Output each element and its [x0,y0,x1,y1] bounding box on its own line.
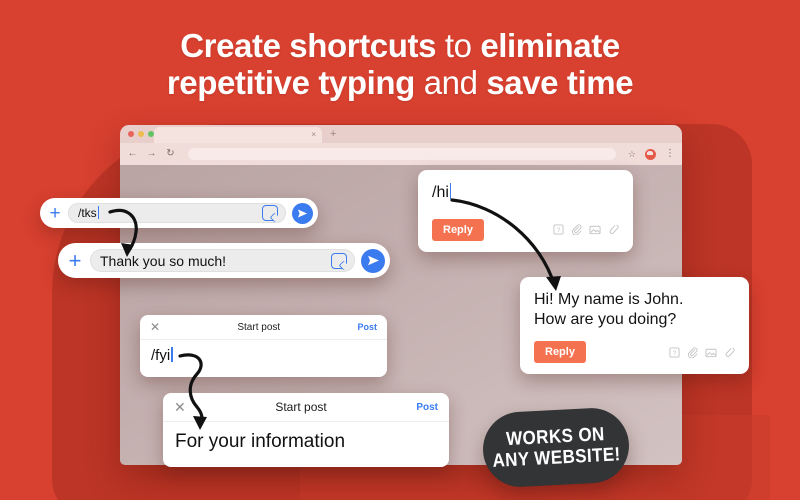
address-bar[interactable] [188,148,616,160]
start-post-dialog-shortcut: ✕ Start post Post /fyi [140,315,387,377]
sticker-icon[interactable] [331,252,347,269]
headline-bold-3: repetitive typing [166,63,415,101]
reply-card-footer: Reply ? [534,341,735,364]
sticker-icon[interactable] [262,205,278,221]
reply-card-expanded: Hi! My name is John. How are you doing? … [520,277,749,375]
post-button[interactable]: Post [357,322,377,332]
add-attachment-icon[interactable]: + [62,249,88,272]
close-window-dot[interactable] [128,131,134,137]
message-input-shortcut[interactable]: + /tks [40,198,318,228]
reply-card-text: /hi [432,183,619,203]
reply-card-icons: ? [669,347,735,358]
browser-nav-bar: ← → ↻ ☆ ⋮ [120,143,682,165]
start-post-text: /fyi [151,347,173,364]
image-icon[interactable] [705,347,717,358]
message-text-field[interactable]: Thank you so much! [90,249,355,272]
message-text: /tks [78,206,262,220]
add-attachment-icon[interactable]: + [44,204,66,223]
start-post-header: ✕ Start post Post [163,393,449,422]
status-badge: WORKS ON ANY WEBSITE! [481,406,631,489]
page-title: Create shortcuts to eliminate repetitive… [0,27,800,102]
post-button[interactable]: Post [416,402,438,413]
promo-banner: Create shortcuts to eliminate repetitive… [0,0,800,500]
start-post-input[interactable]: For your information [163,422,449,467]
image-icon[interactable] [589,224,601,235]
start-post-title: Start post [275,400,327,414]
reply-card-footer: Reply ? [432,218,619,241]
reload-icon[interactable]: ↻ [165,149,176,159]
start-post-title: Start post [237,321,281,333]
profile-avatar[interactable] [644,147,657,161]
reply-card-shortcut: /hi Reply ? [418,170,633,252]
forward-icon[interactable]: → [146,149,157,159]
browser-tab[interactable]: × [154,127,322,143]
minimize-window-dot[interactable] [138,131,144,137]
close-icon[interactable]: ✕ [174,400,186,414]
bookmark-star-icon[interactable]: ☆ [628,149,636,160]
close-icon[interactable]: ✕ [150,321,160,333]
svg-text:?: ? [673,349,677,356]
reply-button[interactable]: Reply [432,218,484,241]
browser-tab-bar: × + [120,125,682,143]
reply-card-text: Hi! My name is John. How are you doing? [534,291,684,328]
message-text: Thank you so much! [100,252,227,269]
reply-card-icons: ? [553,224,619,236]
start-post-text: For your information [175,431,346,452]
send-button[interactable] [292,202,313,224]
start-post-dialog-expanded: ✕ Start post Post For your information [163,393,449,467]
headline-regular-2: and [414,63,487,101]
start-post-input[interactable]: /fyi [140,340,387,377]
headline-regular-1: to [436,27,481,64]
reply-button[interactable]: Reply [534,341,586,364]
pen-icon[interactable] [608,224,619,235]
back-icon[interactable]: ← [127,149,138,159]
headline-bold-4: save time [486,63,634,101]
start-post-header: ✕ Start post Post [140,315,387,340]
headline-bold-2: eliminate [480,27,620,64]
help-box-icon[interactable]: ? [669,347,680,358]
browser-menu-icon[interactable]: ⋮ [665,149,675,159]
svg-text:?: ? [557,227,561,234]
new-tab-icon[interactable]: + [330,129,336,140]
paperclip-icon[interactable] [687,347,698,358]
message-input-expanded[interactable]: + Thank you so much! [58,243,390,278]
paperclip-icon[interactable] [571,224,582,236]
message-text-field[interactable]: /tks [68,203,286,223]
pen-icon[interactable] [724,347,735,358]
window-controls[interactable] [128,131,154,137]
send-button[interactable] [361,248,385,273]
headline-bold-1: Create shortcuts [180,27,437,64]
close-tab-icon[interactable]: × [311,131,316,139]
help-box-icon[interactable]: ? [553,224,564,235]
